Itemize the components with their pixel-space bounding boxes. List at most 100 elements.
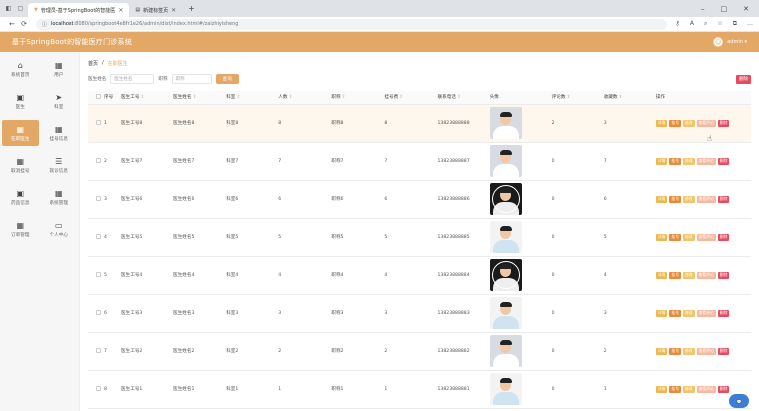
- view-comments-button[interactable]: 查看评论: [696, 119, 716, 127]
- sort-icon[interactable]: ⇕: [288, 95, 292, 100]
- detail-button[interactable]: 详情: [655, 347, 668, 355]
- register-button[interactable]: 挂号: [669, 385, 681, 393]
- row-checkbox[interactable]: [88, 370, 105, 409]
- row-checkbox[interactable]: [88, 104, 105, 143]
- sidebar-item[interactable]: ☰ 就诊信息: [41, 152, 78, 178]
- view-comments-button[interactable]: 查看评论: [696, 195, 716, 203]
- detail-button[interactable]: 详情: [655, 271, 668, 279]
- column-header[interactable]: 评论数⇕: [551, 91, 604, 105]
- table-row[interactable]: 4 医生工号5 医生姓名5 科室5 5 职称5 5 13823888885 0 5 详情 挂号 修改 查看…: [88, 218, 751, 257]
- refresh-icon[interactable]: ⟳: [18, 20, 30, 28]
- edit-button[interactable]: 修改: [683, 271, 695, 279]
- browser-tab-newtab[interactable]: ▤ 新建标签页 ✕: [129, 3, 182, 17]
- sidebar-item[interactable]: ▦ 取消挂号: [2, 152, 39, 178]
- row-checkbox[interactable]: [88, 294, 105, 333]
- doctor-photo[interactable]: [489, 145, 522, 177]
- view-comments-button[interactable]: 查看评论: [696, 271, 716, 279]
- sort-icon[interactable]: ⇕: [193, 95, 197, 100]
- select-all-checkbox[interactable]: [88, 91, 105, 105]
- register-button[interactable]: 挂号: [669, 271, 681, 279]
- title-input[interactable]: 职称: [171, 74, 212, 84]
- register-button[interactable]: 挂号: [669, 119, 681, 127]
- sidebar-item[interactable]: ▦ 订单管理: [2, 216, 39, 242]
- detail-button[interactable]: 详情: [655, 119, 668, 127]
- delete-button[interactable]: 删除: [717, 271, 730, 279]
- breadcrumb-home[interactable]: 首页: [88, 60, 98, 67]
- key-icon[interactable]: ⚷: [675, 20, 679, 28]
- row-checkbox[interactable]: [88, 256, 105, 295]
- info-icon[interactable]: ⓘ: [42, 21, 47, 28]
- doctor-photo[interactable]: [489, 259, 522, 291]
- favorite-star-icon[interactable]: ☆: [717, 20, 722, 28]
- column-header[interactable]: 收藏数⇕: [603, 91, 656, 105]
- batch-delete-button[interactable]: 删除: [736, 74, 751, 84]
- sort-icon[interactable]: ⇕: [399, 95, 403, 100]
- sidebar-item[interactable]: ▭ 个人中心: [41, 216, 78, 242]
- sidebar-item[interactable]: ▦ 挂号信息: [41, 120, 78, 146]
- sort-icon[interactable]: ⇕: [140, 95, 144, 100]
- detail-button[interactable]: 详情: [655, 233, 668, 241]
- table-row[interactable]: 3 医生工号6 医生姓名6 科室6 6 职称6 6 13823888886 0 6 详情 挂号 修改 查看…: [88, 180, 751, 219]
- row-checkbox[interactable]: [88, 180, 105, 219]
- column-header[interactable]: 人数⇕: [278, 91, 332, 105]
- sort-icon[interactable]: ⇕: [236, 95, 240, 100]
- doctor-photo[interactable]: [489, 373, 522, 405]
- sidebar-item[interactable]: ▦ 在职医生: [2, 120, 39, 146]
- doctor-photo[interactable]: [489, 221, 522, 253]
- delete-button[interactable]: 删除: [717, 347, 730, 355]
- back-icon[interactable]: ←: [6, 20, 18, 28]
- delete-button[interactable]: 删除: [717, 195, 730, 203]
- column-header[interactable]: 联系电话⇕: [437, 91, 490, 105]
- edit-button[interactable]: 修改: [683, 195, 695, 203]
- table-row[interactable]: 2 医生工号7 医生姓名7 科室7 7 职称7 7 13823888887 0 7 详情 挂号 修改 查看…: [88, 142, 751, 181]
- row-checkbox[interactable]: [88, 218, 105, 257]
- table-row[interactable]: 1 医生工号8 医生姓名8 科室8 8 职称8 8 13823888888 2 3 详情 挂号 修改 查看…: [88, 104, 751, 143]
- delete-button[interactable]: 删除: [717, 309, 730, 317]
- column-header[interactable]: 医生工号⇕: [121, 91, 174, 105]
- doctor-photo[interactable]: [489, 183, 522, 215]
- edit-button[interactable]: 修改: [683, 157, 695, 165]
- delete-button[interactable]: 删除: [717, 385, 730, 393]
- edit-button[interactable]: 修改: [683, 385, 695, 393]
- table-row[interactable]: 8 医生工号1 医生姓名1 科室1 1 职称1 1 13823888881 0 1 详情 挂号 修改 查看…: [88, 370, 751, 409]
- sidebar-item[interactable]: ▣ 医生: [2, 88, 39, 114]
- detail-button[interactable]: 详情: [655, 309, 668, 317]
- sidebar-item[interactable]: ▣ 药品信息: [2, 184, 39, 210]
- register-button[interactable]: 挂号: [669, 233, 681, 241]
- edit-button[interactable]: 修改: [683, 309, 695, 317]
- close-window-icon[interactable]: ✕: [743, 5, 749, 13]
- doctor-photo[interactable]: [489, 335, 522, 367]
- delete-button[interactable]: 删除: [717, 119, 730, 127]
- new-tab-icon[interactable]: +: [188, 4, 195, 13]
- detail-button[interactable]: 详情: [655, 385, 668, 393]
- user-menu[interactable]: ☺ admin ▾: [713, 37, 747, 47]
- tab-actions-icon[interactable]: ▢: [16, 4, 25, 13]
- search-button[interactable]: 查询: [215, 74, 239, 84]
- user-label[interactable]: admin ▾: [727, 39, 747, 45]
- read-aloud-icon[interactable]: A: [690, 20, 694, 28]
- view-comments-button[interactable]: 查看评论: [696, 157, 716, 165]
- column-header[interactable]: 医生姓名⇕: [173, 91, 227, 105]
- column-header[interactable]: 职称⇕: [331, 91, 385, 105]
- doctor-photo[interactable]: [489, 107, 522, 139]
- register-button[interactable]: 挂号: [669, 347, 681, 355]
- row-checkbox[interactable]: [88, 142, 105, 181]
- sidebar-item[interactable]: ▦ 用户: [41, 56, 78, 82]
- sort-icon[interactable]: ⇕: [566, 95, 570, 100]
- detail-button[interactable]: 详情: [655, 157, 668, 165]
- table-row[interactable]: 5 医生工号4 医生姓名4 科室4 4 职称4 4 13823888884 0 4 详情 挂号 修改 查看…: [88, 256, 751, 295]
- table-row[interactable]: 7 医生工号2 医生姓名2 科室2 2 职称2 2 13823888882 0 2 详情 挂号 修改 查看…: [88, 332, 751, 371]
- register-button[interactable]: 挂号: [669, 309, 681, 317]
- delete-button[interactable]: 删除: [717, 233, 730, 241]
- column-header[interactable]: 挂号费⇕: [384, 91, 438, 105]
- sort-icon[interactable]: ⇕: [619, 95, 623, 100]
- edit-button[interactable]: 修改: [683, 119, 695, 127]
- close-tab-icon[interactable]: ✕: [118, 7, 123, 14]
- register-button[interactable]: 挂号: [669, 195, 681, 203]
- sidebar-item[interactable]: ⌂ 系统首页: [2, 56, 39, 82]
- view-comments-button[interactable]: 查看评论: [696, 347, 716, 355]
- table-row[interactable]: 6 医生工号3 医生姓名3 科室3 3 职称3 3 13823888883 0 3 详情 挂号 修改 查看…: [88, 294, 751, 333]
- minimize-icon[interactable]: –: [701, 5, 705, 13]
- more-icon[interactable]: …: [747, 20, 753, 28]
- browser-menu-icon[interactable]: ◧: [4, 4, 13, 13]
